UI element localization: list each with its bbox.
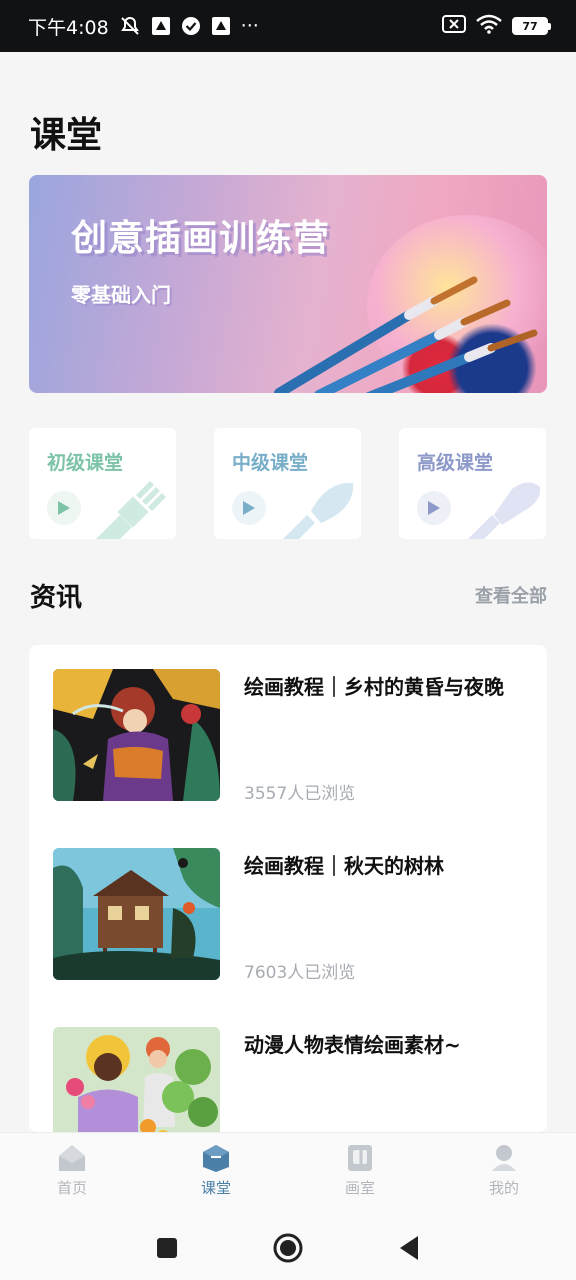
- status-left: 下午4:08 ···: [28, 13, 259, 40]
- no-sim-icon: [442, 15, 466, 37]
- level-card-label: 中级课堂: [232, 452, 309, 474]
- page-title: 课堂: [30, 115, 103, 156]
- play-icon[interactable]: [232, 491, 266, 525]
- news-headline: 绘画教程｜秋天的树林: [244, 854, 444, 878]
- fan-brush-icon: [468, 482, 541, 539]
- flat-brush-icon: [96, 481, 166, 539]
- banner-title: 创意插画训练营: [71, 218, 331, 259]
- news-thumbnail: [53, 1027, 220, 1132]
- check-circle-icon: [181, 16, 201, 36]
- view-all-link[interactable]: 查看全部: [475, 582, 547, 608]
- news-list: 绘画教程｜乡村的黄昏与夜晚 3557人已浏览 绘画教程｜秋天的树林 7603人已…: [29, 645, 547, 1132]
- list-item[interactable]: 动漫人物表情绘画素材~: [53, 1027, 523, 1132]
- nav-label: 课堂: [200, 1179, 231, 1197]
- banner-subtitle: 零基础入门: [71, 283, 171, 307]
- round-brush-icon: [283, 482, 354, 539]
- level-card-intermediate[interactable]: 中级课堂: [214, 428, 361, 539]
- bottom-navigation: 首页 课堂 画室 我的: [0, 1132, 576, 1216]
- level-card-label: 高级课堂: [417, 452, 494, 474]
- app-notification-icon: [151, 16, 171, 36]
- news-view-count: 7603人已浏览: [244, 963, 356, 983]
- app-notification-icon: [211, 16, 231, 36]
- news-thumbnail: [53, 669, 220, 801]
- nav-label: 我的: [488, 1179, 519, 1197]
- nav-label: 画室: [344, 1179, 375, 1197]
- nav-label: 首页: [56, 1179, 87, 1197]
- more-notifications-icon: ···: [240, 15, 259, 37]
- mute-bell-icon: [119, 16, 141, 36]
- nav-item-studio[interactable]: 画室: [288, 1133, 432, 1216]
- news-headline: 动漫人物表情绘画素材~: [244, 1033, 461, 1057]
- profile-icon: [492, 1145, 516, 1171]
- classroom-icon: [203, 1145, 229, 1172]
- recent-apps-icon[interactable]: [156, 1237, 178, 1259]
- paintbrush-illustration: [274, 276, 538, 393]
- level-card-beginner[interactable]: 初级课堂: [29, 428, 176, 539]
- nav-item-classroom[interactable]: 课堂: [144, 1133, 288, 1216]
- play-icon[interactable]: [417, 491, 451, 525]
- level-card-advanced[interactable]: 高级课堂: [399, 428, 546, 539]
- level-card-label: 初级课堂: [47, 452, 124, 474]
- list-item[interactable]: 绘画教程｜秋天的树林 7603人已浏览: [53, 848, 523, 983]
- status-bar: 下午4:08 ··· 77: [0, 0, 576, 52]
- news-view-count: 3557人已浏览: [244, 784, 356, 804]
- promo-banner[interactable]: 创意插画训练营 零基础入门: [29, 175, 547, 393]
- news-section-title: 资讯: [30, 583, 83, 613]
- wifi-icon: [476, 14, 502, 38]
- nav-item-home[interactable]: 首页: [0, 1133, 144, 1216]
- news-thumbnail: [53, 848, 220, 980]
- home-icon: [59, 1145, 85, 1171]
- nav-item-profile[interactable]: 我的: [432, 1133, 576, 1216]
- status-time: 下午4:08: [28, 16, 109, 39]
- list-item[interactable]: 绘画教程｜乡村的黄昏与夜晚 3557人已浏览: [53, 669, 523, 804]
- system-navigation-bar: [0, 1216, 576, 1280]
- play-icon[interactable]: [47, 491, 81, 525]
- status-right: 77: [442, 14, 551, 38]
- news-headline: 绘画教程｜乡村的黄昏与夜晚: [244, 675, 504, 699]
- home-button-icon[interactable]: [273, 1233, 303, 1263]
- back-icon[interactable]: [398, 1235, 420, 1261]
- studio-icon: [348, 1145, 372, 1171]
- battery-indicator: 77: [512, 17, 551, 35]
